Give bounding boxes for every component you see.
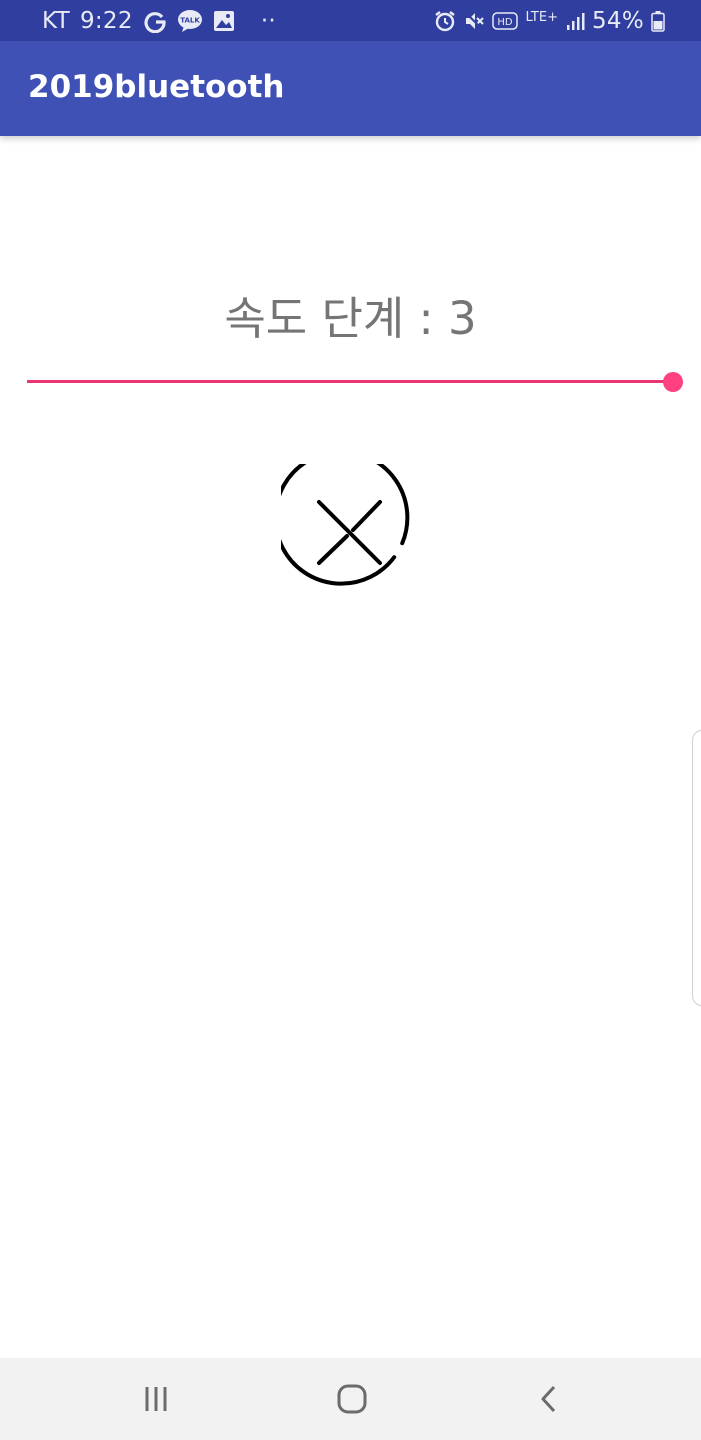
recent-apps-icon xyxy=(145,1387,167,1411)
app-title: 2019bluetooth xyxy=(28,69,285,105)
home-button[interactable] xyxy=(297,1358,407,1440)
seekbar-track xyxy=(27,380,673,383)
mute-icon xyxy=(463,10,485,32)
hd-badge-text: HD xyxy=(498,17,514,28)
time-label: 9:22 xyxy=(79,7,133,34)
status-right: HD LTE+ 54% xyxy=(434,0,665,41)
google-icon xyxy=(143,9,167,33)
kakaotalk-icon: TALK xyxy=(177,9,203,33)
network-type-label: LTE+ xyxy=(525,10,558,25)
signal-icon xyxy=(565,11,585,31)
disconnect-button[interactable] xyxy=(273,449,421,604)
edge-panel-handle[interactable] xyxy=(692,730,701,1006)
speed-level-label: 속도 단계 : 3 xyxy=(224,292,477,345)
app-bar: 2019bluetooth xyxy=(0,41,701,136)
close-circle-icon xyxy=(273,449,410,586)
battery-percent-label: 54% xyxy=(591,7,644,34)
carrier-label: KT xyxy=(42,7,70,34)
status-bar: KT 9:22 TALK ·· HD LTE+ 54% xyxy=(0,0,701,41)
seekbar-thumb[interactable] xyxy=(663,372,683,392)
screen: KT 9:22 TALK ·· HD LTE+ 54% 2019bluetoot… xyxy=(0,0,701,1440)
status-left: KT 9:22 TALK ·· xyxy=(42,0,276,41)
gallery-icon xyxy=(213,10,235,32)
talk-badge-text: TALK xyxy=(180,16,200,24)
back-icon xyxy=(541,1385,556,1413)
battery-icon xyxy=(651,10,665,32)
back-button[interactable] xyxy=(494,1358,604,1440)
home-icon xyxy=(337,1384,367,1414)
more-notifications-dots: ·· xyxy=(260,7,277,34)
navigation-bar xyxy=(0,1358,701,1440)
recent-apps-button[interactable] xyxy=(101,1358,211,1440)
alarm-icon xyxy=(434,10,456,32)
speed-seekbar[interactable] xyxy=(27,368,687,396)
hd-icon: HD xyxy=(492,11,519,30)
